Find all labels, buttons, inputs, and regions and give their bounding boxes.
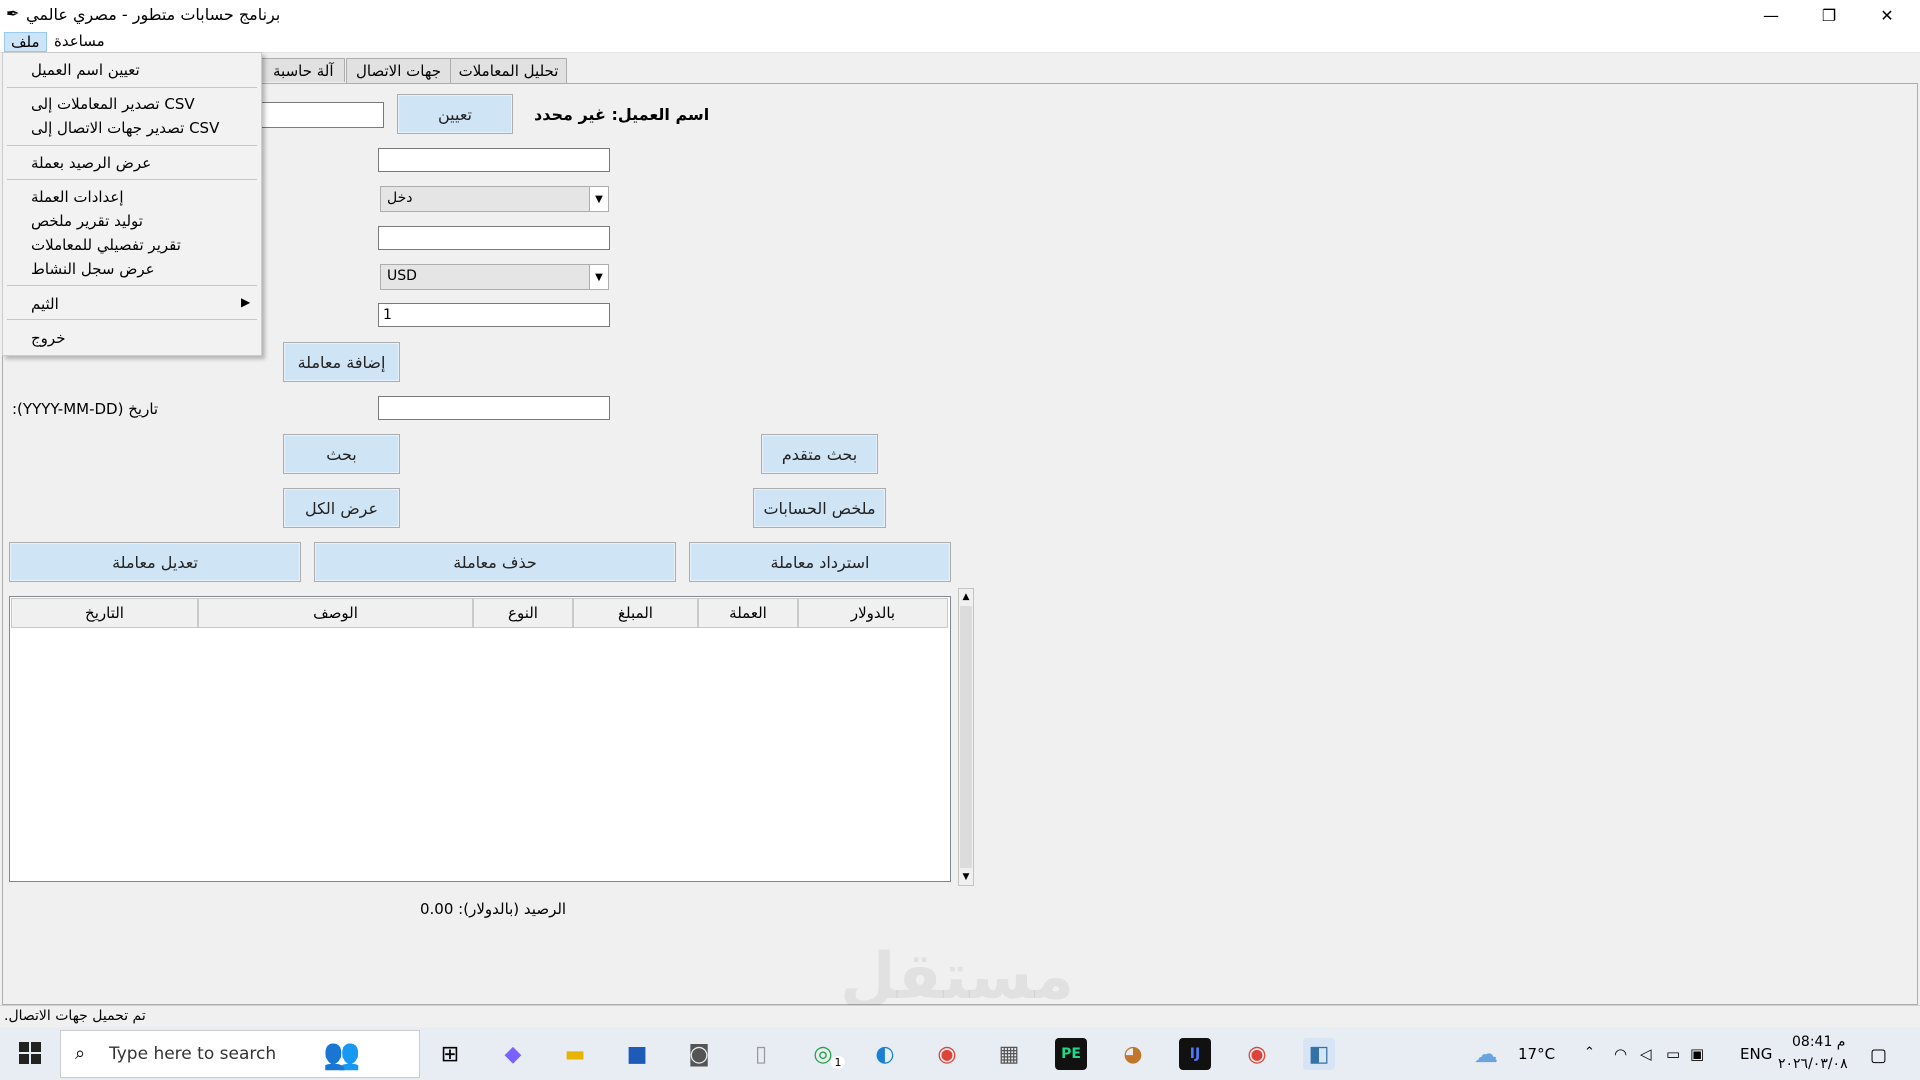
menu-item-balance-currency[interactable]: عرض الرصيد بعملة xyxy=(31,154,151,172)
watermark: مستقل xyxy=(840,940,1075,1014)
search-placeholder: Type here to search xyxy=(109,1044,277,1064)
notepad-icon[interactable]: ▯ xyxy=(745,1038,777,1070)
type-select-value: دخل xyxy=(387,190,413,206)
feather-icon: ✒ xyxy=(6,4,20,23)
account-summary-button[interactable]: ملخص الحسابات xyxy=(753,488,886,528)
currency-select-value: USD xyxy=(387,268,417,284)
date-input[interactable] xyxy=(378,396,610,420)
menu-separator xyxy=(7,87,257,88)
balance-label: الرصيد (بالدولار): 0.00 xyxy=(420,900,567,918)
status-text: تم تحميل جهات الاتصال. xyxy=(4,1008,146,1024)
customer-label: اسم العميل: غير محدد xyxy=(534,105,710,124)
calculator-icon[interactable]: ▦ xyxy=(993,1038,1025,1070)
menu-file[interactable]: ملف xyxy=(4,32,47,52)
search-icon: ⌕ xyxy=(75,1043,86,1064)
column-header-usd[interactable]: بالدولار xyxy=(798,598,948,628)
amount-input[interactable] xyxy=(378,148,610,172)
wifi-icon[interactable]: ◠ xyxy=(1614,1045,1627,1063)
advanced-search-button[interactable]: بحث متقدم xyxy=(761,434,878,474)
column-header-amount[interactable]: المبلغ xyxy=(573,598,698,628)
customer-name-input[interactable] xyxy=(258,102,384,128)
column-header-type[interactable]: النوع xyxy=(473,598,573,628)
file-menu-dropdown: تعيين اسم العميل تصدير المعاملات إلى CSV… xyxy=(2,52,262,356)
restore-button[interactable]: ❐ xyxy=(1800,0,1858,30)
pycharm-icon[interactable]: PE xyxy=(1055,1038,1087,1070)
battery-icon[interactable]: ▣ xyxy=(1690,1045,1704,1063)
date-label: تاريخ (YYYY-MM-DD): xyxy=(12,400,159,418)
menu-item-detailed-report[interactable]: تقرير تفصيلي للمعاملات xyxy=(31,236,181,254)
menu-item-set-customer[interactable]: تعيين اسم العميل xyxy=(31,61,140,79)
notification-icon[interactable]: ▢ xyxy=(1870,1045,1887,1066)
taskbar-search[interactable]: ⌕ Type here to search 👥 xyxy=(60,1030,420,1078)
column-header-date[interactable]: التاريخ xyxy=(11,598,198,628)
title-bar xyxy=(0,0,1920,30)
store-icon[interactable]: ■ xyxy=(621,1038,653,1070)
tab-transaction-analysis[interactable]: تحليل المعاملات xyxy=(450,58,567,83)
menu-item-summary-report[interactable]: توليد تقرير ملخص xyxy=(31,212,143,230)
task-view-icon[interactable]: ⊞ xyxy=(434,1038,466,1070)
menu-separator xyxy=(7,145,257,146)
menu-bar xyxy=(0,30,1920,53)
copilot-icon[interactable]: ◆ xyxy=(497,1038,529,1070)
menu-item-currency-settings[interactable]: إعدادات العملة xyxy=(31,188,124,206)
scroll-thumb[interactable] xyxy=(960,606,972,868)
chevron-down-icon: ▼ xyxy=(589,265,608,289)
volume-icon[interactable]: ◁ xyxy=(1640,1045,1652,1063)
scroll-up-icon[interactable]: ▲ xyxy=(959,589,973,605)
menu-item-export-transactions[interactable]: تصدير المعاملات إلى CSV xyxy=(31,95,195,113)
chrome-icon[interactable]: ◉ xyxy=(931,1038,963,1070)
language-indicator[interactable]: ENG xyxy=(1740,1045,1772,1063)
add-transaction-button[interactable]: إضافة معاملة xyxy=(283,342,400,382)
python-app-icon[interactable]: ◧ xyxy=(1303,1038,1335,1070)
camera-icon[interactable]: ◙ xyxy=(683,1038,715,1070)
rate-value: 1 xyxy=(383,307,392,323)
table-scrollbar[interactable]: ▲ ▼ xyxy=(958,588,974,886)
minimize-button[interactable]: — xyxy=(1742,0,1800,30)
intellij-icon[interactable]: IJ xyxy=(1179,1038,1211,1070)
scroll-down-icon[interactable]: ▼ xyxy=(959,869,973,885)
device-icon[interactable]: ▭ xyxy=(1666,1045,1680,1063)
close-button[interactable]: ✕ xyxy=(1858,0,1916,30)
status-bar: تم تحميل جهات الاتصال. xyxy=(0,1005,1920,1028)
clock-time[interactable]: 08:41 م xyxy=(1792,1034,1845,1050)
weather-cloud-icon: ☁ xyxy=(1474,1040,1498,1068)
currency-select[interactable]: USD ▼ xyxy=(380,264,609,290)
description-input[interactable] xyxy=(378,226,610,250)
tab-contacts[interactable]: جهات الاتصال xyxy=(346,58,451,83)
tray-chevron-up-icon[interactable]: ⌃ xyxy=(1584,1045,1595,1060)
windows-start-icon[interactable] xyxy=(18,1041,42,1065)
menu-separator xyxy=(7,179,257,180)
set-customer-button[interactable]: تعيين xyxy=(397,94,513,134)
column-header-currency[interactable]: العملة xyxy=(698,598,798,628)
menu-item-export-contacts[interactable]: تصدير جهات الاتصال إلى CSV xyxy=(31,119,219,137)
window-title: برنامج حسابات متطور - مصري عالمي xyxy=(26,5,281,24)
search-button[interactable]: بحث xyxy=(283,434,400,474)
menu-help[interactable]: مساعدة xyxy=(48,32,111,50)
edit-transaction-button[interactable]: تعديل معاملة xyxy=(9,542,301,582)
chevron-down-icon: ▼ xyxy=(589,187,608,211)
type-select[interactable]: دخل ▼ xyxy=(380,186,609,212)
edge-icon[interactable]: ◐ xyxy=(869,1038,901,1070)
tab-calculator[interactable]: آلة حاسبة ع xyxy=(250,58,345,82)
submenu-arrow-icon: ▶ xyxy=(241,295,251,309)
people-illustration-icon: 👥 xyxy=(323,1037,361,1072)
chrome-profile-icon[interactable]: ◉ xyxy=(1241,1038,1273,1070)
weather-temp[interactable]: 17°C xyxy=(1518,1045,1555,1063)
menu-separator xyxy=(7,319,257,320)
whatsapp-badge: 1 xyxy=(831,1056,845,1069)
menu-item-activity-log[interactable]: عرض سجل النشاط xyxy=(31,260,155,278)
menu-item-exit[interactable]: خروج xyxy=(31,329,65,347)
restore-transaction-button[interactable]: استرداد معاملة xyxy=(689,542,951,582)
column-header-description[interactable]: الوصف xyxy=(198,598,473,628)
transactions-table[interactable]: التاريخ الوصف النوع المبلغ العملة بالدول… xyxy=(9,596,951,882)
menu-item-theme[interactable]: الثيم xyxy=(31,295,59,313)
clock-date[interactable]: ٢٠٢٦/٠٣/٠٨ xyxy=(1778,1056,1848,1072)
postman-icon[interactable]: ◕ xyxy=(1117,1038,1149,1070)
menu-separator xyxy=(7,285,257,286)
show-all-button[interactable]: عرض الكل xyxy=(283,488,400,528)
rate-input[interactable]: 1 xyxy=(378,303,610,327)
delete-transaction-button[interactable]: حذف معاملة xyxy=(314,542,676,582)
file-explorer-icon[interactable]: ▬ xyxy=(559,1038,591,1070)
